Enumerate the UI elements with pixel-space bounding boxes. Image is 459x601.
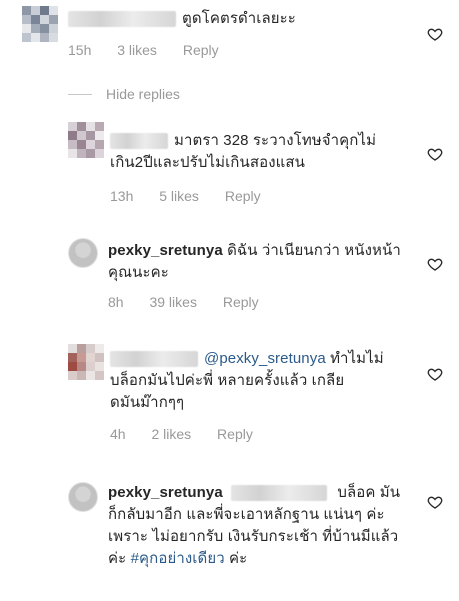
comment-5: pexky_sretunya บล็อค มันก็กลับมาอีก และพ… — [0, 472, 459, 601]
reply-button[interactable]: Reply — [223, 294, 259, 310]
avatar[interactable] — [68, 344, 104, 380]
reply-button[interactable]: Reply — [183, 42, 219, 58]
comment-1: ตูดโคตรดำเลยะะ 15h 3 likes Reply — [0, 0, 459, 70]
comment-username[interactable]: pexky_sretunya — [108, 242, 223, 259]
comment-time: 8h — [108, 294, 124, 310]
comment-text: pexky_sretunya ดิฉัน ว่าเนียนกว่า หนังหน… — [108, 240, 408, 284]
hide-replies-toggle[interactable]: Hide replies — [68, 86, 180, 102]
comment-body-end: ค่ะ — [229, 550, 248, 567]
comment-time: 4h — [110, 426, 126, 442]
comment-text: @pexky_sretunya ทำไมไม่บล็อกมันไปค่ะพี่ … — [110, 348, 400, 414]
likes-count[interactable]: 2 likes — [151, 426, 191, 442]
divider-line — [68, 93, 92, 95]
reply-button[interactable]: Reply — [217, 426, 253, 442]
avatar[interactable] — [68, 482, 98, 512]
comment-meta: 13h 5 likes Reply — [110, 188, 283, 204]
comment-username[interactable]: pexky_sretunya — [108, 484, 223, 501]
redacted-username — [110, 351, 198, 368]
comment-time: 15h — [68, 42, 92, 58]
mention-link[interactable]: @pexky_sretunya — [204, 350, 326, 367]
heart-icon[interactable] — [427, 366, 443, 382]
comment-text: ตูดโคตรดำเลยะะ — [68, 8, 398, 30]
comment-3: pexky_sretunya ดิฉัน ว่าเนียนกว่า หนังหน… — [0, 228, 459, 328]
likes-count[interactable]: 39 likes — [149, 294, 196, 310]
comment-body: ตูดโคตรดำเลยะะ — [182, 10, 296, 27]
comment-time: 13h — [110, 188, 134, 204]
comment-meta: 15h 3 likes Reply — [68, 42, 241, 58]
reply-button[interactable]: Reply — [225, 188, 261, 204]
comment-meta: 8h 39 likes Reply — [108, 294, 281, 310]
likes-count[interactable]: 3 likes — [117, 42, 157, 58]
avatar[interactable] — [68, 238, 98, 268]
avatar[interactable] — [22, 6, 58, 42]
comment-4: @pexky_sretunya ทำไมไม่บล็อกมันไปค่ะพี่ … — [0, 338, 459, 448]
comment-2: มาตรา 328 ระวางโทษจำคุกไม่เกิน2ปีและปรับ… — [0, 118, 459, 218]
hide-replies-label: Hide replies — [106, 86, 180, 102]
comment-text: มาตรา 328 ระวางโทษจำคุกไม่เกิน2ปีและปรับ… — [110, 130, 410, 174]
likes-count[interactable]: 5 likes — [159, 188, 199, 204]
redacted-username — [68, 11, 176, 28]
heart-icon[interactable] — [427, 256, 443, 272]
heart-icon[interactable] — [427, 26, 443, 42]
comment-meta: 4h 2 likes Reply — [110, 426, 275, 442]
redacted-mention — [231, 485, 328, 502]
heart-icon[interactable] — [427, 146, 443, 162]
hashtag-link[interactable]: #คุกอย่างเดียว — [131, 550, 225, 567]
redacted-username — [110, 133, 168, 150]
avatar[interactable] — [68, 122, 104, 158]
heart-icon[interactable] — [427, 494, 443, 510]
comment-text: pexky_sretunya บล็อค มันก็กลับมาอีก และพ… — [108, 482, 408, 570]
